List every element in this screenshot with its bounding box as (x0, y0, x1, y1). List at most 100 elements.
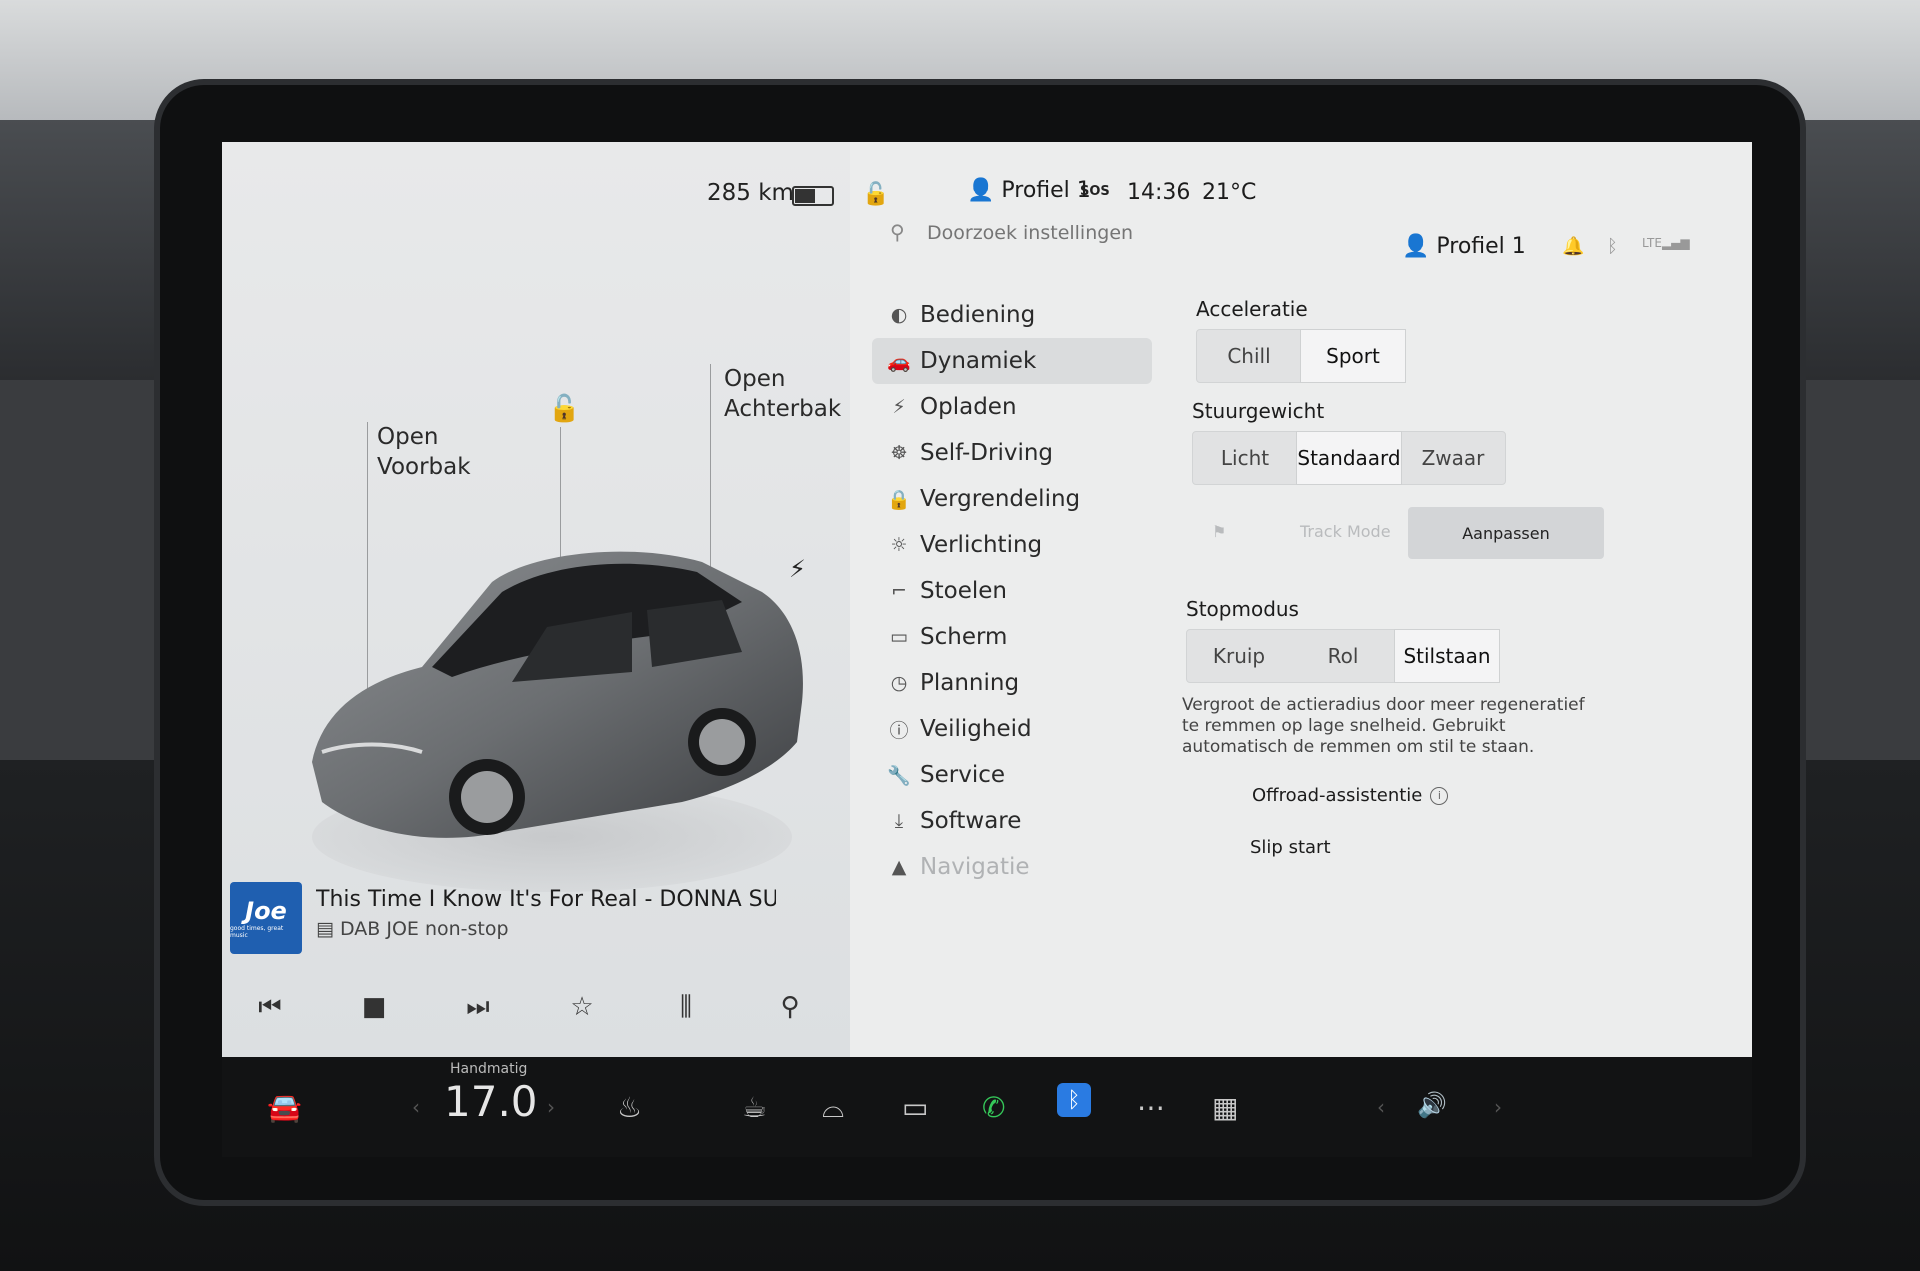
sidebar-item-label: Dynamiek (920, 348, 1037, 374)
seat-heater-icon[interactable]: ♨ (617, 1091, 642, 1124)
info-icon: ⓘ (889, 719, 909, 742)
sidebar-item-label: Software (920, 808, 1022, 834)
sidebar-item-scherm[interactable]: ▭ Scherm (872, 614, 1152, 660)
song-title: This Time I Know It's For Real - DONNA S… (316, 887, 776, 912)
unlock-icon[interactable]: 🔓 (548, 394, 580, 424)
sidebar-item-bediening[interactable]: ◐ Bediening (872, 292, 1152, 338)
bolt-icon: ⚡ (892, 396, 906, 418)
download-icon: ⤓ (894, 810, 904, 832)
rear-defrost-icon[interactable]: ▭ (902, 1091, 928, 1124)
open-front-trunk-button[interactable]: Open Voorbak (377, 422, 471, 482)
car-icon: 🚗 (887, 350, 911, 373)
navigation-icon: ▲ (891, 856, 907, 878)
track-mode-label: Track Mode (1300, 522, 1391, 541)
volume-up-chevron-icon[interactable]: › (1494, 1095, 1502, 1119)
steering-wheel-icon: ☸ (890, 442, 908, 464)
sidebar-item-verlichting[interactable]: ☼ Verlichting (872, 522, 1152, 568)
front-trunk-label: Open Voorbak (377, 424, 471, 480)
sidebar-item-label: Verlichting (920, 532, 1043, 558)
equalizer-icon[interactable]: ⫼ (666, 987, 706, 1027)
acceleration-selector: Chill Sport (1196, 329, 1406, 383)
phone-icon[interactable]: ✆ (982, 1091, 1005, 1124)
bottom-dock: 🚘 ‹ Handmatig 17.0 › ♨ ☕ ⌓ ▭ ✆ ᛒ ⋯ ▦ ‹ 🔊… (222, 1057, 1752, 1157)
stop-mode-title: Stopmodus (1186, 597, 1299, 621)
sidebar-item-service[interactable]: 🔧 Service (872, 752, 1152, 798)
info-icon[interactable]: i (1430, 787, 1449, 805)
media-controls: ⏮ ■ ⏭ ☆ ⫼ ⚲ (250, 987, 810, 1027)
sidebar-item-veiligheid[interactable]: ⓘ Veiligheid (872, 706, 1152, 752)
sidebar-item-label: Bediening (920, 302, 1036, 328)
sidebar-item-label: Scherm (920, 624, 1008, 650)
station-name: ▤ DAB JOE non-stop (316, 918, 509, 940)
station-label: DAB JOE non-stop (340, 918, 509, 940)
radio-icon: ▤ (316, 918, 340, 940)
bluetooth-app-icon[interactable]: ᛒ (1057, 1083, 1091, 1117)
more-apps-icon[interactable]: ⋯ (1137, 1091, 1165, 1124)
cabin-temperature[interactable]: 17.0 (444, 1077, 538, 1126)
stop-mode-option-rol[interactable]: Rol (1291, 630, 1395, 682)
front-defrost-icon[interactable]: ⌓ (822, 1091, 844, 1125)
profile-label: Profiel 1 (1436, 234, 1526, 259)
acceleration-option-sport[interactable]: Sport (1301, 330, 1405, 382)
sidebar-item-label: Service (920, 762, 1006, 788)
sidebar-item-label: Stoelen (920, 578, 1007, 604)
car-image (312, 551, 803, 838)
steering-option-licht[interactable]: Licht (1193, 432, 1297, 484)
bell-icon[interactable]: 🔔 (1562, 236, 1584, 257)
volume-down-chevron-icon[interactable]: ‹ (1377, 1095, 1385, 1119)
steering-heater-icon[interactable]: ☕ (742, 1091, 767, 1124)
stop-mode-selector: Kruip Rol Stilstaan (1186, 629, 1500, 683)
sidebar-item-planning[interactable]: ◷ Planning (872, 660, 1152, 706)
settings-search-input[interactable] (925, 216, 1329, 250)
bluetooth-icon[interactable]: ᛒ (1607, 236, 1618, 257)
person-icon: 👤 (1402, 234, 1437, 259)
station-logo-tagline: good times, great music (230, 925, 284, 939)
sidebar-item-navigatie[interactable]: ▲ Navigatie (872, 844, 1152, 890)
sidebar-item-label: Veiligheid (920, 716, 1032, 742)
steering-option-zwaar[interactable]: Zwaar (1401, 432, 1505, 484)
car-icon[interactable]: 🚘 (267, 1091, 302, 1124)
next-track-icon[interactable]: ⏭ (458, 987, 498, 1027)
steering-title: Stuurgewicht (1192, 399, 1325, 423)
temp-up-chevron-icon[interactable]: › (547, 1095, 555, 1119)
previous-track-icon[interactable]: ⏮ (250, 987, 290, 1027)
steering-selector: Licht Standaard Zwaar (1192, 431, 1506, 485)
stop-mode-option-stilstaan[interactable]: Stilstaan (1395, 630, 1499, 682)
sidebar-item-label: Vergrendeling (920, 486, 1081, 512)
screen-icon: ▭ (890, 626, 908, 648)
profile-button[interactable]: 👤 Profiel 1 (1402, 234, 1526, 259)
media-search-icon[interactable]: ⚲ (770, 987, 810, 1027)
search-icon: ⚲ (890, 220, 905, 244)
climate-mode-label: Handmatig (450, 1061, 528, 1077)
lock-icon: 🔒 (887, 488, 911, 511)
sidebar-item-label: Navigatie (920, 854, 1030, 880)
toybox-icon[interactable]: ▦ (1212, 1091, 1238, 1124)
steering-option-standaard[interactable]: Standaard (1297, 432, 1401, 484)
sidebar-item-label: Self-Driving (920, 440, 1054, 466)
range-readout: 285 km (707, 180, 794, 206)
volume-icon[interactable]: 🔊 (1417, 1091, 1447, 1119)
touchscreen: 285 km Open Voorbak Open Achterbak 🔓 ⚡ J… (222, 142, 1752, 1057)
sidebar-item-vergrendeling[interactable]: 🔒 Vergrendeling (872, 476, 1152, 522)
stop-icon[interactable]: ■ (354, 987, 394, 1027)
offroad-assist-label[interactable]: Offroad-assistentie i (1252, 785, 1449, 806)
acceleration-option-chill[interactable]: Chill (1197, 330, 1301, 382)
offroad-assist-text: Offroad-assistentie (1252, 785, 1423, 806)
profile-top[interactable]: 👤 Profiel 1 (967, 178, 1091, 203)
person-icon: 👤 (967, 178, 1002, 203)
open-rear-trunk-button[interactable]: Open Achterbak (724, 364, 841, 424)
sidebar-item-software[interactable]: ⤓ Software (872, 798, 1152, 844)
customize-button[interactable]: Aanpassen (1408, 507, 1604, 559)
sidebar-item-dynamiek[interactable]: 🚗 Dynamiek (872, 338, 1152, 384)
favorite-star-icon[interactable]: ☆ (562, 987, 602, 1027)
sidebar-item-self-driving[interactable]: ☸ Self-Driving (872, 430, 1152, 476)
temp-down-chevron-icon[interactable]: ‹ (412, 1095, 420, 1119)
toggle-icon: ◐ (890, 304, 908, 326)
sidebar-item-stoelen[interactable]: ⌐ Stoelen (872, 568, 1152, 614)
wrench-icon: 🔧 (887, 764, 911, 787)
sos-icon[interactable]: SOS (1080, 184, 1110, 199)
sidebar-item-opladen[interactable]: ⚡ Opladen (872, 384, 1152, 430)
slip-start-label: Slip start (1250, 837, 1331, 858)
stop-mode-option-kruip[interactable]: Kruip (1187, 630, 1291, 682)
settings-nav: ◐ Bediening 🚗 Dynamiek ⚡ Opladen ☸ Self-Driving… (872, 292, 1152, 890)
